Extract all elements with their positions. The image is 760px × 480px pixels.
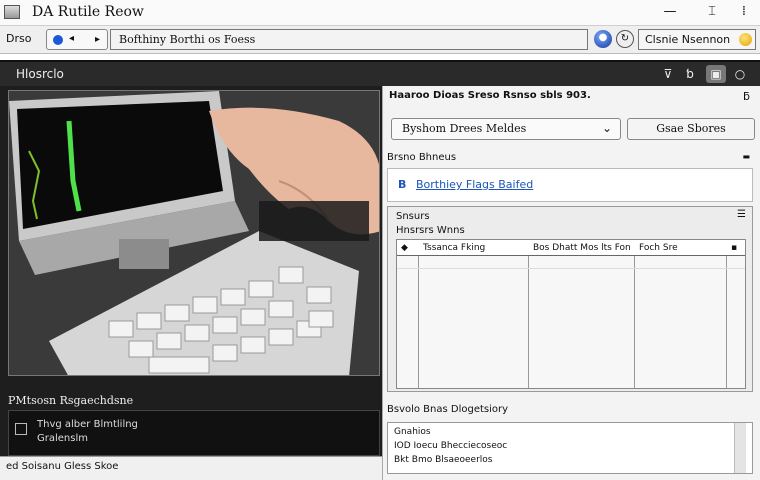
- panel-header-bar: Hlosrclo ⊽ ƅ ▣ ○: [0, 60, 760, 86]
- message-line-1: Thvg alber Blmtlilng: [37, 419, 138, 430]
- status-text: ed Soisanu Gless Skoe: [6, 461, 119, 472]
- column-header-1[interactable]: Tssanca Fking: [419, 240, 529, 256]
- refresh-icon[interactable]: ↻: [616, 30, 634, 48]
- link-prefix: B: [398, 178, 407, 191]
- media-caption: PMtsosn Rsgaechdsne: [8, 394, 134, 407]
- save-button[interactable]: Gsae Sbores: [627, 118, 755, 140]
- play-icon: ▸: [95, 34, 101, 45]
- status-strip: ed Soisanu Gless Skoe: [0, 456, 382, 480]
- details-header: Haaroo Dioas Sreso Rsnso sbls 903.: [389, 90, 591, 101]
- section-label: Brsno Bhneus: [387, 152, 457, 163]
- minimize-button[interactable]: —: [658, 3, 682, 21]
- output-box[interactable]: Gnahios IOD Ioecu Bhecciecoseoc Bkt Bmo …: [387, 422, 753, 474]
- column-2: [529, 240, 635, 388]
- title-bar: DA Rutile Reow — ⌶ ⁞: [0, 0, 760, 26]
- row-marker-header: ◆: [397, 240, 419, 256]
- table-panel: Snsurs Hnsrsrs Wnns ☰ ◆ Tssanca Fking Bo…: [387, 206, 753, 392]
- nav-indicator: ◂: [69, 33, 75, 44]
- message-line-2: Gralenslm: [37, 433, 88, 444]
- column-1: [419, 240, 529, 388]
- search-text: Clsnie Nsennon: [645, 33, 731, 46]
- output-title: Gnahios: [394, 427, 431, 437]
- keyboard-photo: [8, 90, 380, 376]
- link-box: B Borthiey Flags Baifed: [387, 168, 753, 202]
- table-title: Snsurs: [396, 211, 430, 222]
- row-marker-column: [397, 240, 419, 388]
- close-button[interactable]: ⁞: [732, 3, 756, 21]
- address-label: Drso: [6, 32, 32, 45]
- globe-icon[interactable]: ●: [594, 30, 612, 48]
- nav-control[interactable]: ◂ ▸: [46, 29, 108, 50]
- address-row: Drso ◂ ▸ Bofthiny Borthi os Foess ● ↻ Cl…: [0, 26, 760, 54]
- address-input[interactable]: Bofthiny Borthi os Foess: [110, 29, 588, 50]
- record-icon: [53, 35, 63, 45]
- table-subtitle: Hnsrsrs Wnns: [396, 225, 465, 236]
- menu-icon[interactable]: ☰: [737, 209, 746, 220]
- dropdown-value: Byshom Drees Meldes: [402, 122, 527, 135]
- panel-header-title: Hlosrclo: [16, 67, 64, 81]
- table-row: [397, 268, 745, 269]
- output-scrollbar[interactable]: [734, 423, 746, 473]
- data-table[interactable]: ◆ Tssanca Fking Bos Dhatt Mos lts Fon Fo…: [396, 239, 746, 389]
- column-3: [635, 240, 727, 388]
- output-line-1: IOD Ioecu Bhecciecoseoc: [394, 441, 508, 451]
- search-input[interactable]: Clsnie Nsennon: [638, 29, 756, 50]
- window-title: DA Rutile Reow: [32, 4, 144, 20]
- column-header-3[interactable]: Foch Sre: [635, 240, 727, 256]
- search-tool-icon[interactable]: ○: [730, 65, 750, 83]
- output-label: Bsvolo Bnas Dlogetsiory: [387, 404, 509, 415]
- info-icon[interactable]: ƃ: [743, 90, 750, 103]
- copy-icon[interactable]: ▣: [706, 65, 726, 83]
- output-line-2: Bkt Bmo Blsaeoeerlos: [394, 455, 493, 465]
- media-panel: PMtsosn Rsgaechdsne Thvg alber Blmtlilng…: [0, 86, 382, 480]
- details-link[interactable]: Borthiey Flags Baifed: [416, 178, 533, 191]
- details-panel: Haaroo Dioas Sreso Rsnso sbls 903. ƃ Bys…: [382, 86, 760, 480]
- app-icon: [4, 5, 20, 19]
- message-box: Thvg alber Blmtlilng Gralenslm: [8, 410, 380, 456]
- option-dropdown[interactable]: Byshom Drees Meldes ⌄: [391, 118, 621, 140]
- scroll-header-icon[interactable]: ▪: [727, 240, 745, 256]
- column-header-2[interactable]: Bos Dhatt Mos lts Fon: [529, 240, 635, 256]
- message-icon: [15, 423, 27, 435]
- filter-icon[interactable]: ⊽: [658, 65, 678, 83]
- search-icon[interactable]: [739, 33, 752, 46]
- maximize-button[interactable]: ⌶: [700, 3, 724, 21]
- collapse-icon[interactable]: ▬: [742, 152, 750, 161]
- bookmark-icon[interactable]: ƅ: [680, 65, 700, 83]
- chevron-down-icon: ⌄: [601, 121, 612, 135]
